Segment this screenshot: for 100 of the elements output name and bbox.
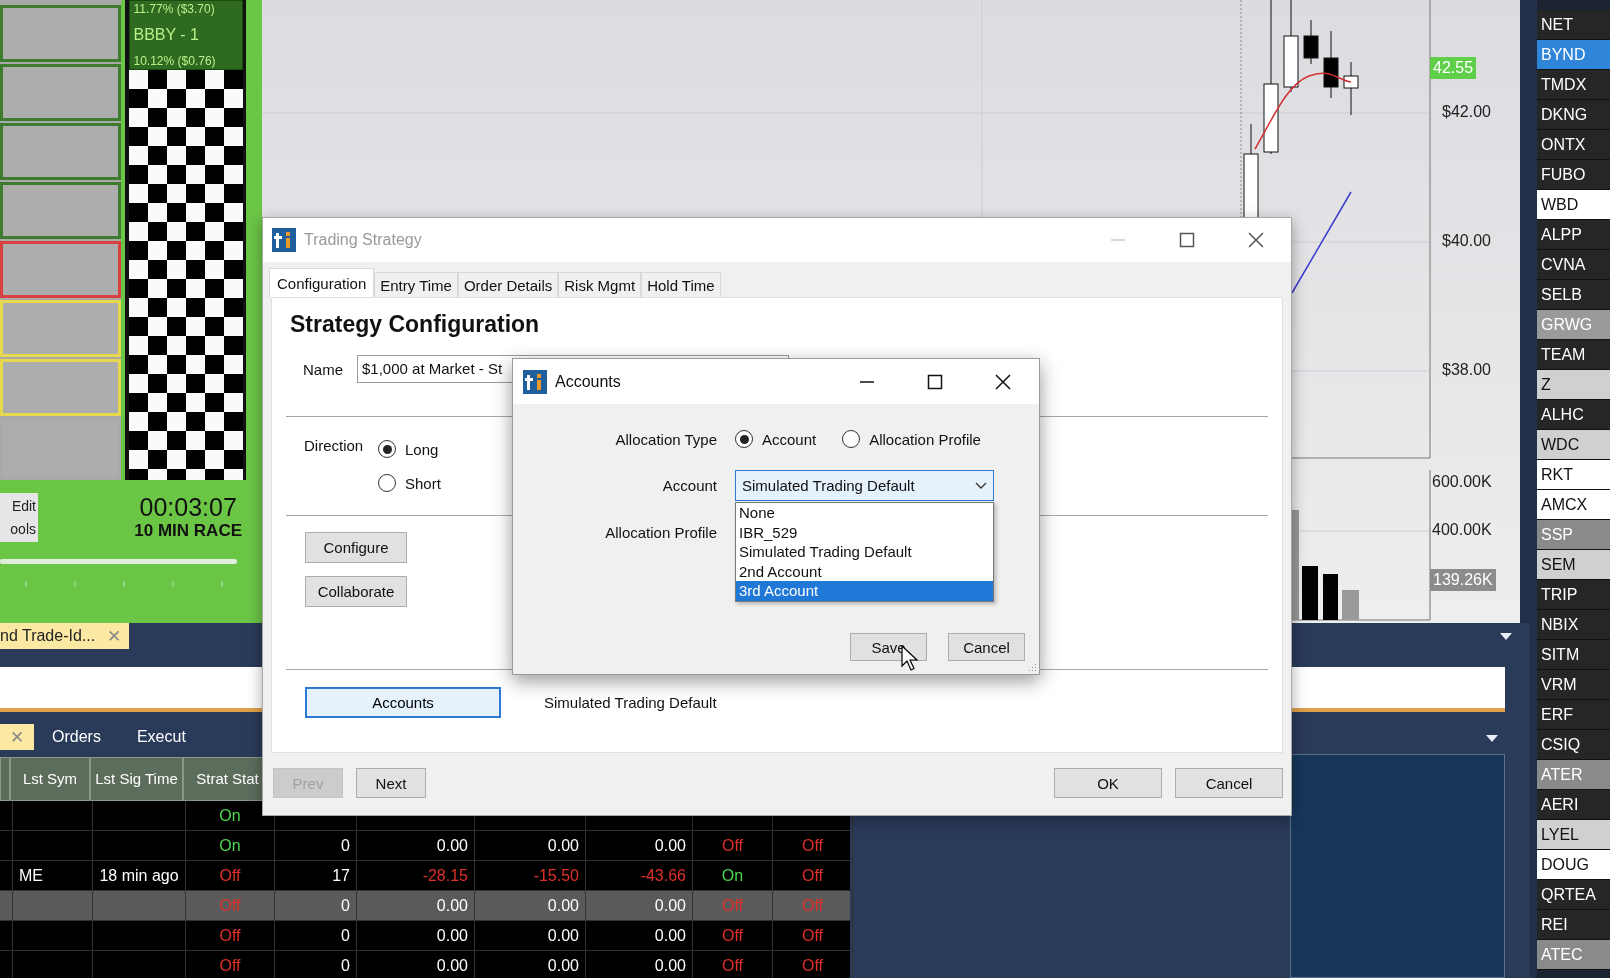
volume-axis-label: 400.00K bbox=[1432, 521, 1492, 539]
ticker-row[interactable]: VRM bbox=[1537, 670, 1610, 700]
radio-label: Account bbox=[762, 430, 817, 448]
tab[interactable]: Risk Mgmt bbox=[558, 272, 642, 297]
leader-name: BBBY - 1 bbox=[133, 26, 200, 44]
candlestick bbox=[1303, 19, 1319, 65]
ticker-row[interactable]: WBD bbox=[1537, 190, 1610, 220]
tab[interactable]: Hold Time bbox=[641, 272, 721, 297]
ticker-row[interactable]: TMDX bbox=[1537, 70, 1610, 100]
radio-label: Long bbox=[405, 440, 439, 458]
ticker-row[interactable]: Z bbox=[1537, 370, 1610, 400]
ticker-row[interactable]: CVNA bbox=[1537, 250, 1610, 280]
dialog-button[interactable]: Cancel bbox=[948, 633, 1025, 661]
ticker-row[interactable]: QRTEA bbox=[1537, 880, 1610, 910]
account-dropdown[interactable]: Simulated Trading Default bbox=[735, 470, 994, 501]
dropdown-arrow-icon[interactable] bbox=[1486, 735, 1498, 742]
nav-button[interactable]: Next bbox=[356, 768, 426, 798]
field-label: Allocation Profile bbox=[604, 524, 717, 541]
dropdown-arrow-icon[interactable] bbox=[1500, 633, 1512, 640]
table-cell: 0 bbox=[275, 951, 357, 978]
chevron-down-icon bbox=[975, 481, 987, 490]
ticker-row[interactable]: ONTX bbox=[1537, 130, 1610, 160]
ticker-row[interactable]: RKT bbox=[1537, 460, 1610, 490]
window-title: Trading Strategy bbox=[304, 231, 423, 249]
dropdown-option[interactable]: None bbox=[736, 503, 993, 523]
action-button[interactable]: Collaborate bbox=[305, 576, 407, 607]
radio-button[interactable] bbox=[735, 430, 753, 448]
panel-tab[interactable]: Orders bbox=[34, 724, 119, 750]
volume-axis-label: 600.00K bbox=[1432, 473, 1492, 491]
field-label: Name bbox=[302, 360, 344, 378]
ticker-row[interactable]: LYEL bbox=[1537, 820, 1610, 850]
price-axis-label: $38.00 bbox=[1442, 361, 1491, 379]
resize-grip-icon bbox=[1027, 662, 1037, 672]
status-cell: Off bbox=[693, 951, 773, 978]
volume-bar bbox=[1323, 574, 1338, 620]
volume-bar bbox=[1302, 566, 1318, 620]
tab[interactable]: Order Details bbox=[457, 272, 559, 297]
status-cell: Off bbox=[186, 951, 275, 978]
field-label: Allocation Type bbox=[614, 430, 717, 448]
price-axis-label: $42.00 bbox=[1442, 103, 1491, 121]
dropdown-option[interactable]: 3rd Account bbox=[736, 581, 993, 601]
ticker-row[interactable]: NET bbox=[1537, 10, 1610, 40]
section-heading: Strategy Configuration bbox=[290, 310, 541, 338]
window-tab[interactable]: nd Trade-Id... ✕ bbox=[0, 623, 130, 649]
column-header: Lst Sig Time bbox=[90, 757, 183, 801]
radio-button[interactable] bbox=[378, 440, 396, 458]
panel-tab[interactable]: Execut bbox=[118, 724, 204, 750]
close-icon[interactable] bbox=[995, 373, 1011, 390]
radio-button[interactable] bbox=[378, 474, 396, 492]
ticker-row[interactable]: ERF bbox=[1537, 700, 1610, 730]
dropdown-option[interactable]: 2nd Account bbox=[736, 561, 993, 581]
ticker-row[interactable]: TRIP bbox=[1537, 580, 1610, 610]
race-name: 10 MIN RACE bbox=[134, 521, 242, 541]
tab[interactable]: Entry Time bbox=[374, 272, 458, 297]
maximize-icon[interactable] bbox=[1179, 232, 1195, 248]
dialog-button[interactable]: OK bbox=[1054, 768, 1162, 798]
ticker-row[interactable]: AMCX bbox=[1537, 490, 1610, 520]
radio-label: Allocation Profile bbox=[869, 430, 981, 448]
tab[interactable]: Configuration bbox=[269, 268, 375, 297]
ticker-row[interactable]: REI bbox=[1537, 910, 1610, 940]
ticker-row[interactable]: ALHC bbox=[1537, 400, 1610, 430]
table-cell: 0.00 bbox=[586, 951, 693, 978]
radio-button[interactable] bbox=[842, 430, 861, 448]
ticker-row[interactable]: TEAM bbox=[1537, 340, 1610, 370]
radio-label: Short bbox=[405, 474, 441, 492]
last-price-badge: 42.55 bbox=[1430, 57, 1477, 79]
account-value: Simulated Trading Default bbox=[544, 694, 717, 711]
maximize-icon[interactable] bbox=[927, 373, 943, 390]
table-cell: 0.00 bbox=[475, 951, 586, 978]
ticker-row[interactable]: NBIX bbox=[1537, 610, 1610, 640]
action-button[interactable]: Configure bbox=[305, 532, 407, 563]
table-cell: 0.00 bbox=[357, 951, 475, 978]
candlestick bbox=[1343, 61, 1359, 116]
ticker-row[interactable]: WDC bbox=[1537, 430, 1610, 460]
window-title: Accounts bbox=[555, 372, 622, 391]
ticker-row[interactable]: SELB bbox=[1537, 280, 1610, 310]
column-header bbox=[0, 757, 10, 801]
ticker-row[interactable]: AERI bbox=[1537, 790, 1610, 820]
candlestick bbox=[1323, 30, 1339, 99]
dropdown-option[interactable]: Simulated Trading Default bbox=[736, 542, 993, 562]
ticker-row[interactable]: BYND bbox=[1537, 40, 1610, 70]
ticker-row[interactable]: FUBO bbox=[1537, 160, 1610, 190]
ticker-row[interactable]: CSIQ bbox=[1537, 730, 1610, 760]
field-label: Account bbox=[661, 477, 717, 494]
leader-change: 11.77% ($3.70) bbox=[133, 2, 216, 16]
close-icon[interactable] bbox=[1248, 232, 1264, 248]
edit-tools-button[interactable]: Edit ools bbox=[0, 493, 38, 542]
ticker-row[interactable]: ALPP bbox=[1537, 220, 1610, 250]
dialog-button[interactable]: Cancel bbox=[1175, 768, 1283, 798]
accounts-button[interactable]: Accounts bbox=[305, 687, 501, 718]
ticker-row[interactable]: DKNG bbox=[1537, 100, 1610, 130]
volume-bar bbox=[1342, 590, 1359, 620]
ticker-row[interactable]: SITM bbox=[1537, 640, 1610, 670]
status-cell: Off bbox=[773, 951, 853, 978]
price-axis-label: $40.00 bbox=[1442, 232, 1491, 250]
ticker-row[interactable]: DOUG bbox=[1537, 850, 1610, 880]
dropdown-option[interactable]: IBR_529 bbox=[736, 522, 993, 542]
race-timer: 00:03:07 bbox=[138, 493, 238, 521]
field-label: Direction bbox=[303, 437, 365, 456]
ticker-row[interactable]: SEM bbox=[1537, 550, 1610, 580]
